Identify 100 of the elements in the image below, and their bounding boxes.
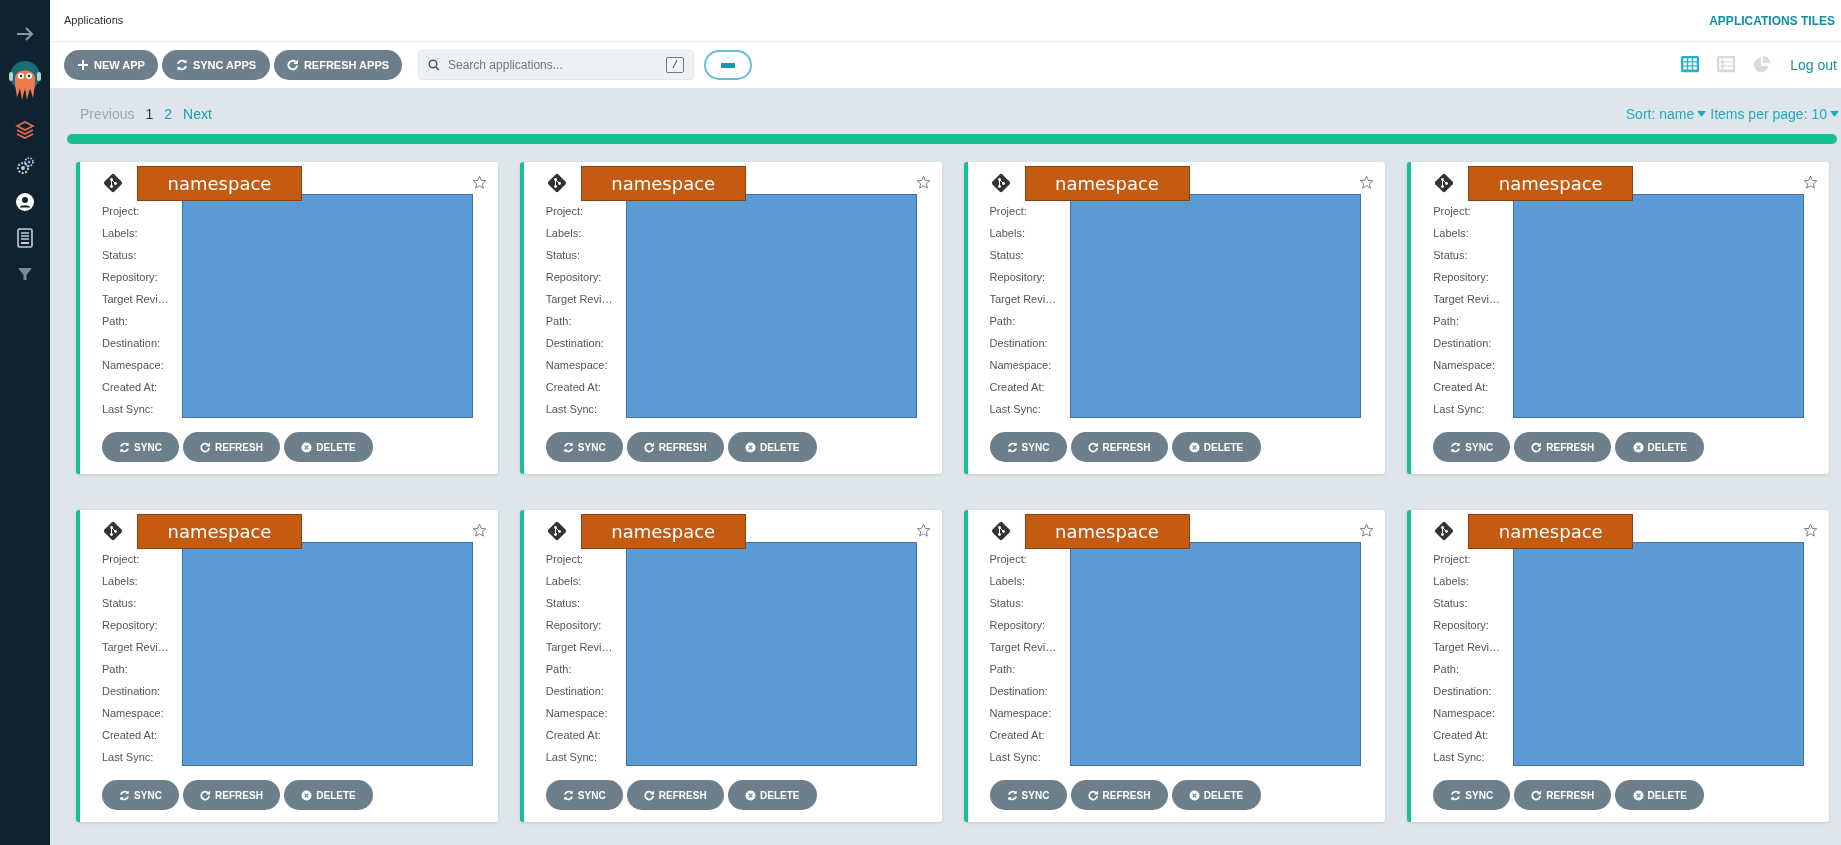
app-card[interactable]: namespace Project: Labels: Status: Repository: Target Revi… Path: Destination: Namespace: Created At: Last Sync: SYNC REFRESH DELETE <box>76 162 498 474</box>
sync-icon <box>562 441 574 453</box>
field-label: Repository: <box>545 270 603 285</box>
app-card[interactable]: namespace Project: Labels: Status: Repository: Target Revi… Path: Destination: Namespace: Created At: Last Sync: SYNC REFRESH DELETE <box>963 162 1386 474</box>
app-card[interactable]: namespace Project: Labels: Status: Repository: Target Revi… Path: Destination: Namespace: Created At: Last Sync: SYNC REFRESH DELETE <box>1407 162 1829 474</box>
field-label: Project: <box>989 204 1028 219</box>
card-button[interactable]: DELETE <box>727 432 817 462</box>
field-label: Destination: <box>989 684 1049 699</box>
card-button[interactable]: REFRESH <box>183 432 280 462</box>
user-icon[interactable] <box>15 192 35 212</box>
card-button[interactable]: DELETE <box>284 432 373 462</box>
items-per-page-dropdown[interactable]: Items per page: 10 <box>1710 103 1839 125</box>
toolbar-button[interactable]: REFRESH APPS <box>274 50 402 80</box>
grid-icon[interactable] <box>1680 56 1701 74</box>
sync-icon <box>119 441 131 453</box>
card-button[interactable]: SYNC <box>989 432 1067 462</box>
page-link[interactable]: 2 <box>164 103 173 125</box>
card-button[interactable]: REFRESH <box>626 432 724 462</box>
field-label: Path: <box>102 314 129 329</box>
card-button[interactable]: DELETE <box>727 780 817 810</box>
field-label: Namespace: <box>989 358 1053 373</box>
field-label: Repository: <box>989 618 1047 633</box>
octopus-logo-icon[interactable] <box>7 60 43 100</box>
card-button[interactable]: DELETE <box>1171 432 1261 462</box>
search-icon <box>428 59 440 71</box>
app-card[interactable]: namespace Project: Labels: Status: Repository: Target Revi… Path: Destination: Namespace: Created At: Last Sync: SYNC REFRESH DELETE <box>519 162 942 474</box>
field-label: Created At: <box>102 728 159 743</box>
app-card[interactable]: namespace Project: Labels: Status: Repository: Target Revi… Path: Destination: Namespace: Created At: Last Sync: SYNC REFRESH DELETE <box>519 510 942 822</box>
sync-icon <box>562 789 574 801</box>
card-button[interactable]: REFRESH <box>1070 432 1168 462</box>
field-label: Last Sync: <box>989 402 1042 417</box>
field-label: Last Sync: <box>545 750 599 765</box>
refresh-icon <box>1087 441 1099 453</box>
field-label: Last Sync: <box>1433 750 1486 765</box>
field-label: Target Revi… <box>102 640 170 655</box>
logout-link[interactable]: Log out <box>1790 54 1837 76</box>
card-button[interactable]: SYNC <box>545 780 623 810</box>
layers-icon[interactable] <box>15 120 35 140</box>
star-icon[interactable] <box>915 175 931 190</box>
document-icon[interactable] <box>15 228 35 248</box>
field-label: Path: <box>545 314 573 329</box>
card-button[interactable]: REFRESH <box>183 780 280 810</box>
field-label: Namespace: <box>545 358 609 373</box>
field-label: Repository: <box>545 618 603 633</box>
card-button[interactable]: SYNC <box>1433 432 1511 462</box>
card-button[interactable]: REFRESH <box>1514 780 1612 810</box>
namespace-label: namespace <box>1024 514 1190 549</box>
app-card[interactable]: namespace Project: Labels: Status: Repository: Target Revi… Path: Destination: Namespace: Created At: Last Sync: SYNC REFRESH DELETE <box>1407 510 1829 822</box>
toolbar-button[interactable]: SYNC APPS <box>162 50 270 80</box>
filter-icon[interactable] <box>18 268 32 280</box>
filter-toggle-button[interactable] <box>704 50 752 80</box>
card-button[interactable]: DELETE <box>1615 780 1705 810</box>
star-icon[interactable] <box>471 175 487 190</box>
sync-icon <box>119 789 131 801</box>
field-label: Project: <box>1433 552 1472 567</box>
toolbar-button[interactable]: NEW APP <box>64 50 158 80</box>
star-icon[interactable] <box>1359 175 1375 190</box>
sort-dropdown[interactable]: Sort: name <box>1625 103 1707 125</box>
next-link[interactable]: Next <box>183 103 212 125</box>
sync-icon <box>1450 441 1462 453</box>
field-label: Destination: <box>1433 336 1493 351</box>
field-label: Last Sync: <box>102 750 155 765</box>
page-link[interactable]: 1 <box>145 103 154 125</box>
app-card[interactable]: namespace Project: Labels: Status: Repository: Target Revi… Path: Destination: Namespace: Created At: Last Sync: SYNC REFRESH DELETE <box>963 510 1386 822</box>
field-label: Target Revi… <box>989 292 1058 307</box>
view-title: APPLICATIONS TILES <box>1709 12 1835 30</box>
field-label: Status: <box>989 596 1025 611</box>
field-label: Target Revi… <box>545 292 614 307</box>
delete-icon <box>1188 441 1200 453</box>
star-icon[interactable] <box>915 523 931 538</box>
field-label: Namespace: <box>102 706 165 721</box>
delete-icon <box>745 789 756 801</box>
star-icon[interactable] <box>1803 523 1818 538</box>
field-label: Destination: <box>102 684 162 699</box>
star-icon[interactable] <box>471 523 487 538</box>
app-card[interactable]: namespace Project: Labels: Status: Repository: Target Revi… Path: Destination: Namespace: Created At: Last Sync: SYNC REFRESH DELETE <box>76 510 498 822</box>
card-button[interactable]: SYNC <box>989 780 1067 810</box>
card-button[interactable]: REFRESH <box>1070 780 1168 810</box>
card-button[interactable]: REFRESH <box>1514 432 1612 462</box>
delete-icon <box>1188 789 1200 801</box>
field-label: Destination: <box>102 336 162 351</box>
refresh-icon <box>1531 789 1543 801</box>
expand-arrow-icon[interactable] <box>16 26 34 42</box>
card-button[interactable]: DELETE <box>284 780 373 810</box>
star-icon[interactable] <box>1359 523 1375 538</box>
card-button[interactable]: SYNC <box>102 780 179 810</box>
card-button[interactable]: SYNC <box>102 432 179 462</box>
field-label: Created At: <box>545 728 602 743</box>
field-label: Path: <box>102 662 129 677</box>
card-button[interactable]: SYNC <box>545 432 623 462</box>
card-button[interactable]: REFRESH <box>626 780 724 810</box>
star-icon[interactable] <box>1803 175 1818 190</box>
card-button[interactable]: DELETE <box>1171 780 1261 810</box>
page-title: Applications <box>64 13 124 29</box>
field-label: Project: <box>102 204 141 219</box>
field-label: Created At: <box>989 380 1046 395</box>
card-button[interactable]: DELETE <box>1615 432 1705 462</box>
sync-icon <box>1006 441 1018 453</box>
card-button[interactable]: SYNC <box>1433 780 1511 810</box>
gears-icon[interactable] <box>15 156 35 176</box>
